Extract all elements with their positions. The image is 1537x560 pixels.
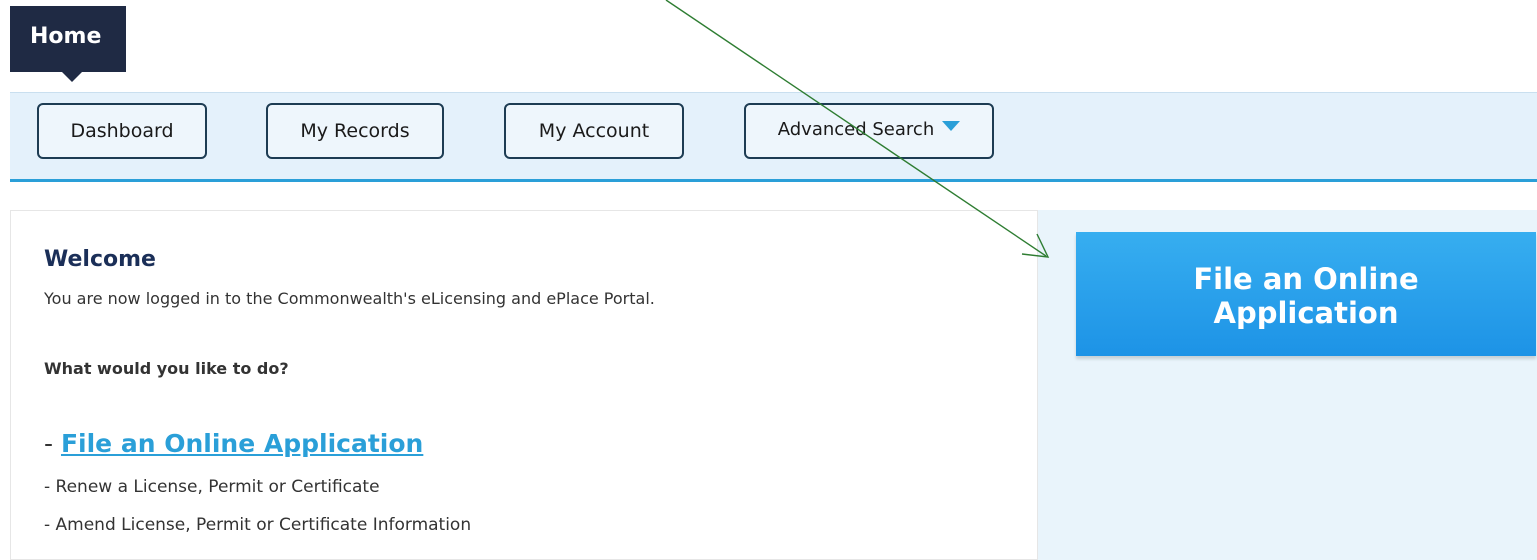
file-online-application-link[interactable]: File an Online Application: [61, 429, 423, 458]
welcome-message: You are now logged in to the Commonwealt…: [44, 289, 655, 308]
cta-line-2: Application: [1213, 296, 1399, 330]
welcome-title: Welcome: [44, 247, 156, 272]
question-heading: What would you like to do?: [44, 359, 289, 378]
my-account-label: My Account: [538, 120, 650, 142]
right-sidebar: File an Online Application: [1038, 210, 1537, 560]
cta-line-1: File an Online: [1193, 262, 1419, 296]
home-tab-label: Home: [30, 24, 102, 49]
link-prefix: -: [44, 429, 61, 458]
welcome-panel: Welcome You are now logged in to the Com…: [10, 210, 1038, 560]
my-records-label: My Records: [300, 120, 410, 142]
dashboard-label: Dashboard: [70, 120, 174, 142]
home-tab[interactable]: Home: [10, 6, 126, 82]
navigation-bar: Dashboard My Records My Account Advanced…: [10, 92, 1537, 182]
my-account-button[interactable]: My Account: [504, 103, 684, 159]
file-online-application-button[interactable]: File an Online Application: [1076, 232, 1536, 356]
renew-option: - Renew a License, Permit or Certificate: [44, 477, 380, 497]
advanced-search-button[interactable]: Advanced Search: [744, 103, 994, 159]
file-application-link-row: - File an Online Application: [44, 429, 423, 458]
my-records-button[interactable]: My Records: [266, 103, 444, 159]
advanced-search-label: Advanced Search: [777, 119, 935, 140]
chevron-down-icon: [942, 121, 961, 131]
dashboard-button[interactable]: Dashboard: [37, 103, 207, 159]
amend-option: - Amend License, Permit or Certificate I…: [44, 515, 472, 535]
tab-pointer: [62, 72, 82, 82]
